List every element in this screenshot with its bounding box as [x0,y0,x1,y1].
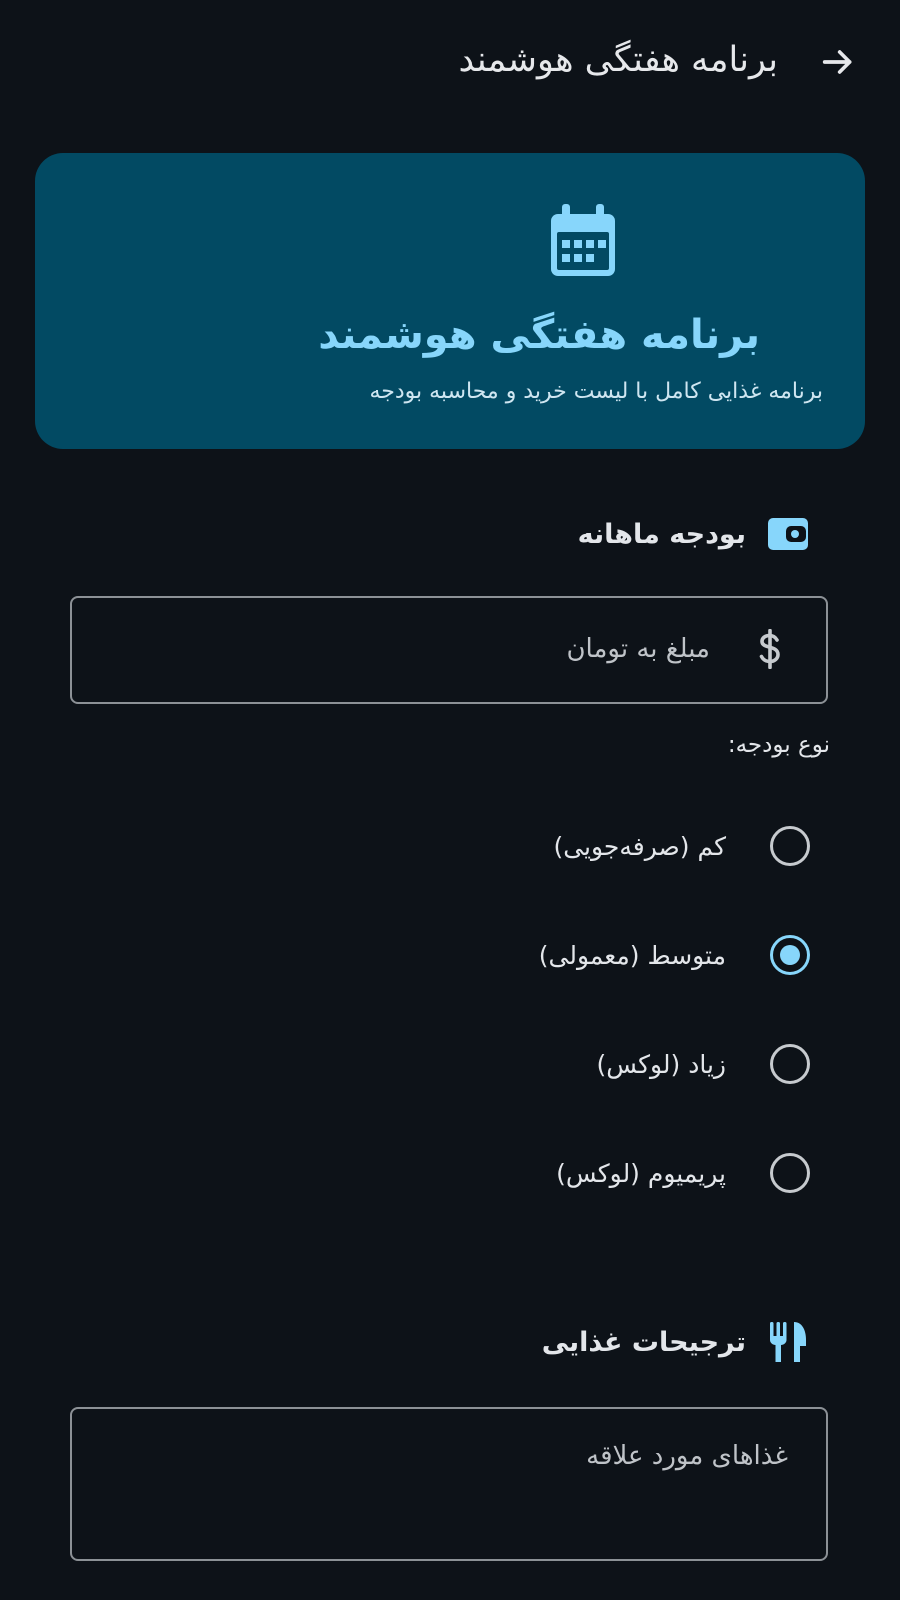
hero-title: برنامه هفتگی هوشمند [318,312,760,358]
budget-option-label: پریمیوم (لوکس) [556,1158,726,1188]
budget-amount-field [70,596,828,704]
budget-option-label: کم (صرفه‌جویی) [553,831,726,861]
budget-section-header: بودجه ماهانه [578,512,810,556]
dollar-icon [752,628,788,670]
budget-section-title: بودجه ماهانه [577,518,746,550]
app-bar: برنامه هفتگی هوشمند [0,0,900,120]
radio-button[interactable] [770,1044,810,1084]
favorite-foods-field [70,1407,828,1561]
budget-option-premium[interactable]: پریمیوم (لوکس) [556,1143,810,1203]
wallet-icon [766,512,810,556]
budget-option-label: زیاد (لوکس) [596,1049,726,1079]
app-bar-title: برنامه هفتگی هوشمند [458,40,778,80]
budget-amount-input[interactable] [92,626,712,672]
budget-option-label: متوسط (معمولی) [538,940,726,970]
radio-button[interactable] [770,826,810,866]
smart-weekly-plan-screen: برنامه هفتگی هوشمند برنامه هفتگی هوشمند … [0,0,900,1600]
hero-subtitle: برنامه غذایی کامل با لیست خرید و محاسبه … [369,379,823,404]
hero-card: برنامه هفتگی هوشمند برنامه غذایی کامل با… [35,153,865,449]
back-button[interactable] [814,38,862,86]
budget-type-label: نوع بودجه: [727,732,830,758]
budget-option-medium[interactable]: متوسط (معمولی) [539,925,810,985]
favorite-foods-input[interactable] [92,1439,790,1539]
arrow-right-icon [822,50,852,74]
calendar-icon [551,204,615,276]
budget-option-low[interactable]: کم (صرفه‌جویی) [553,816,810,876]
radio-button[interactable] [770,1153,810,1193]
food-section-title: ترجیحات غذایی [541,1326,746,1358]
budget-option-high[interactable]: زیاد (لوکس) [596,1034,810,1094]
radio-button-selected[interactable] [770,935,810,975]
restaurant-icon [766,1320,810,1364]
food-section-header: ترجیحات غذایی [542,1320,810,1364]
